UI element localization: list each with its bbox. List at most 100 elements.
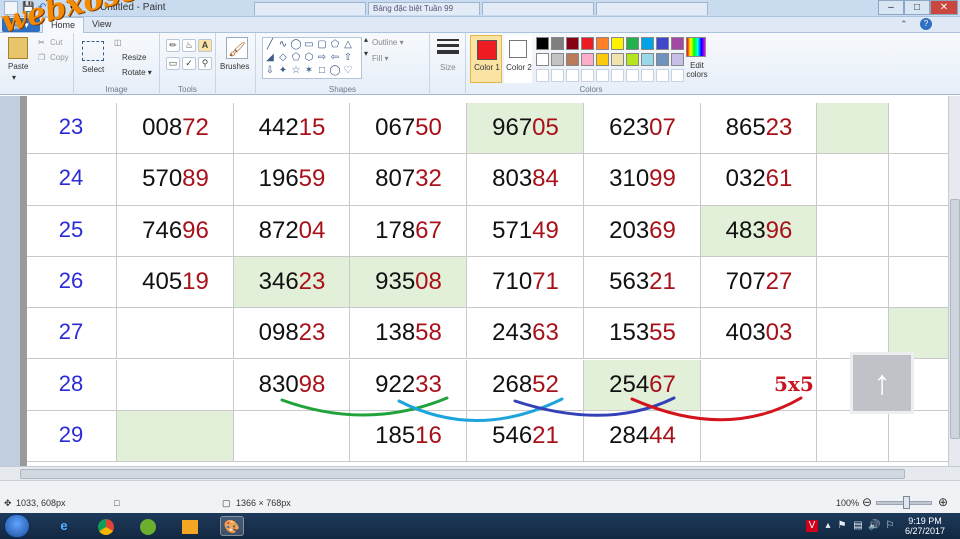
edit-colors-icon[interactable]	[686, 37, 706, 57]
cut-button[interactable]: Cut	[50, 38, 62, 47]
size-button[interactable]: Size	[440, 63, 456, 72]
tab-view[interactable]: View	[84, 17, 119, 33]
shapes-scroll-down-icon[interactable]: ▾	[364, 49, 368, 58]
palette-swatch[interactable]	[536, 53, 549, 66]
close-button[interactable]: ✕	[930, 0, 958, 15]
color2-button[interactable]: Color 2	[504, 35, 532, 83]
palette-swatch[interactable]	[611, 37, 624, 50]
custom-color-slot[interactable]	[581, 69, 594, 82]
select-icon[interactable]	[82, 41, 104, 61]
rectangle-shape-icon[interactable]: ▭	[303, 39, 315, 51]
custom-color-slot[interactable]	[566, 69, 579, 82]
pencil-icon[interactable]: ✏	[166, 39, 180, 52]
palette-swatch[interactable]	[566, 37, 579, 50]
antivirus-tray-icon[interactable]: V	[806, 520, 818, 532]
resize-button[interactable]: Resize	[122, 53, 146, 62]
palette-swatch[interactable]	[536, 37, 549, 50]
custom-color-slot[interactable]	[596, 69, 609, 82]
oval-shape-icon[interactable]: ◯	[290, 39, 302, 51]
down-arrow-shape-icon[interactable]: ⇩	[264, 65, 276, 77]
scroll-top-button[interactable]: ↑	[850, 352, 914, 414]
custom-color-slot[interactable]	[626, 69, 639, 82]
internet-explorer-icon[interactable]: e	[52, 516, 76, 536]
chrome-icon[interactable]	[94, 516, 118, 536]
eraser-icon[interactable]: ▭	[166, 57, 180, 70]
zoom-in-button[interactable]: ⊕	[938, 495, 948, 509]
copy-button[interactable]: Copy	[50, 53, 69, 62]
custom-color-slot[interactable]	[551, 69, 564, 82]
cut-icon[interactable]: ✂	[38, 38, 45, 47]
five-point-star-shape-icon[interactable]: ☆	[290, 65, 302, 77]
volume-icon[interactable]: 🔊	[868, 520, 880, 532]
horizontal-scrollbar[interactable]	[0, 466, 960, 480]
zoom-slider-knob[interactable]	[903, 496, 910, 509]
coc-coc-browser-icon[interactable]	[136, 516, 160, 536]
palette-swatch[interactable]	[551, 37, 564, 50]
maximize-button[interactable]: □	[904, 0, 930, 15]
network-icon[interactable]: ▤	[852, 520, 864, 532]
palette-swatch[interactable]	[581, 53, 594, 66]
magnifier-icon[interactable]: ⚲	[198, 57, 212, 70]
background-tab-1[interactable]	[254, 2, 366, 15]
curve-shape-icon[interactable]: ∿	[277, 39, 289, 51]
shapes-gallery[interactable]: ╱ ∿ ◯ ▭ ▢ ⬠ △ ◢ ◇ ⬠ ⬡ ⇨ ⇦ ⇧ ⇩ ✦ ☆ ✶ □ ◯	[262, 37, 362, 79]
minimize-button[interactable]: –	[878, 0, 904, 15]
palette-swatch[interactable]	[656, 37, 669, 50]
palette-swatch[interactable]	[626, 37, 639, 50]
right-arrow-shape-icon[interactable]: ⇨	[316, 52, 328, 64]
color1-button[interactable]: Color 1	[470, 35, 502, 83]
copy-icon[interactable]: ❐	[38, 53, 45, 62]
palette-swatch[interactable]	[596, 53, 609, 66]
custom-color-slot[interactable]	[641, 69, 654, 82]
fill-bucket-icon[interactable]: ♨	[182, 39, 196, 52]
line-shape-icon[interactable]: ╱	[264, 39, 276, 51]
media-player-icon[interactable]	[178, 516, 202, 536]
triangle-shape-icon[interactable]: △	[342, 39, 354, 51]
palette-swatch[interactable]	[671, 37, 684, 50]
color-picker-icon[interactable]: ✓	[182, 57, 196, 70]
brush-icon[interactable]: 🖌	[226, 37, 248, 59]
custom-color-slot[interactable]	[656, 69, 669, 82]
custom-color-slot[interactable]	[611, 69, 624, 82]
flag-tray-icon[interactable]: ⚐	[884, 520, 896, 532]
paste-dropdown-icon[interactable]: ▾	[12, 73, 16, 82]
shapes-scroll-up-icon[interactable]: ▴	[364, 35, 368, 44]
text-tool-icon[interactable]: A	[198, 39, 212, 52]
palette-swatch[interactable]	[566, 53, 579, 66]
custom-color-slot[interactable]	[536, 69, 549, 82]
callout-rect-shape-icon[interactable]: □	[316, 65, 328, 77]
background-tab-2[interactable]: Bảng đặc biệt Tuần 99	[368, 2, 480, 15]
horizontal-scroll-thumb[interactable]	[20, 469, 905, 479]
four-point-star-shape-icon[interactable]: ✦	[277, 65, 289, 77]
hexagon-shape-icon[interactable]: ⬡	[303, 52, 315, 64]
background-tab-3[interactable]	[482, 2, 594, 15]
heart-shape-icon[interactable]: ♡	[342, 65, 354, 77]
pentagon-shape-icon[interactable]: ⬠	[290, 52, 302, 64]
palette-swatch[interactable]	[656, 53, 669, 66]
system-clock[interactable]: 9:19 PM 6/27/2017	[900, 516, 950, 536]
right-triangle-shape-icon[interactable]: ◢	[264, 52, 276, 64]
palette-swatch[interactable]	[551, 53, 564, 66]
brushes-button[interactable]: Brushes	[220, 62, 249, 71]
left-arrow-shape-icon[interactable]: ⇦	[329, 52, 341, 64]
paste-button[interactable]: Paste	[8, 62, 28, 71]
palette-swatch[interactable]	[626, 53, 639, 66]
paste-icon[interactable]	[8, 37, 28, 59]
diamond-shape-icon[interactable]: ◇	[277, 52, 289, 64]
rounded-rect-shape-icon[interactable]: ▢	[316, 39, 328, 51]
edit-colors-button[interactable]: Edit colors	[680, 61, 714, 79]
callout-oval-shape-icon[interactable]: ◯	[329, 65, 341, 77]
up-arrow-shape-icon[interactable]: ⇧	[342, 52, 354, 64]
palette-swatch[interactable]	[611, 53, 624, 66]
paint-taskbar-icon[interactable]: 🎨	[220, 516, 244, 536]
outline-dropdown[interactable]: Outline ▾	[372, 38, 404, 47]
fill-dropdown[interactable]: Fill ▾	[372, 54, 388, 63]
zoom-out-button[interactable]: ⊖	[862, 495, 872, 509]
image-canvas[interactable]: 23 00872 44215 06750 96705 62307 86523 24 57089 1…	[20, 96, 948, 466]
palette-swatch[interactable]	[581, 37, 594, 50]
palette-swatch[interactable]	[596, 37, 609, 50]
help-icon[interactable]: ?	[920, 18, 932, 30]
ribbon-collapse-icon[interactable]: ⌃	[900, 19, 908, 30]
background-tab-4[interactable]	[596, 2, 708, 15]
palette-swatch[interactable]	[641, 37, 654, 50]
